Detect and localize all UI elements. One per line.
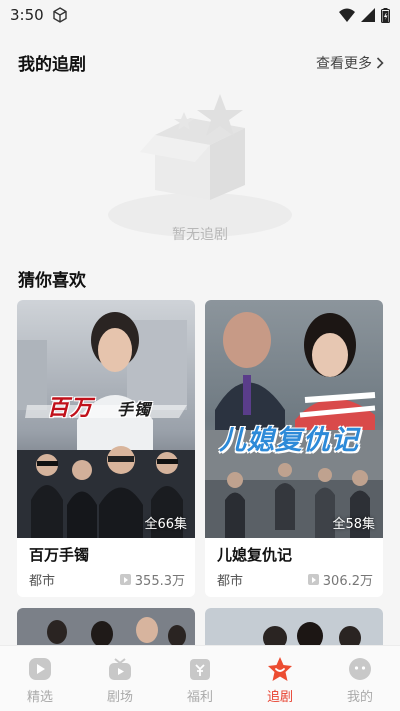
tab-featured[interactable]: 精选 [0,646,80,711]
drama-genre: 都市 [217,574,244,589]
view-count: 355.3万 [119,570,185,589]
recommend-title: 猜你喜欢 [18,271,86,291]
drama-title: 儿媳复仇记 [217,546,293,564]
signal-icon [361,8,375,22]
tab-welfare[interactable]: 福利 [160,646,240,711]
drama-genre: 都市 [29,574,56,589]
episode-count: 全58集 [332,517,375,532]
tab-label: 追剧 [266,690,293,705]
poster-title-text: 百万 [47,396,94,421]
drama-card[interactable]: 儿媳复仇记 全58集 儿媳复仇记 都市 306.2万 [205,300,383,597]
view-more-label: 查看更多 [316,55,372,72]
poster-title-text: 儿媳复仇记 [219,425,359,456]
drama-poster: 儿媳复仇记 全58集 [205,300,383,538]
recommend-header: 猜你喜欢 [18,266,384,291]
chevron-right-icon [376,56,384,69]
poster-title-text-2: 手镯 [117,400,152,419]
tab-label: 福利 [186,690,213,705]
view-more-link[interactable]: 查看更多 [316,53,384,73]
tab-label: 剧场 [106,690,133,705]
poster-image-1 [17,300,195,538]
poster-image-4 [205,608,383,648]
view-count-text: 355.3万 [134,574,185,589]
episode-count: 全66集 [144,517,187,532]
cube-icon [52,7,67,23]
my-follow-title: 我的追剧 [18,55,86,75]
tab-theater[interactable]: 剧场 [80,646,160,711]
drama-poster: 百万 手镯 全66集 [17,300,195,538]
star-icon [268,657,292,681]
tv-icon [109,658,131,680]
gift-icon [190,659,210,680]
drama-title: 百万手镯 [29,546,90,564]
drama-card-partial[interactable] [205,608,383,648]
play-count-icon [307,574,319,585]
drama-card-partial[interactable] [17,608,195,648]
status-time: 3:50 [10,6,44,24]
empty-follow-text: 暂无追剧 [172,227,228,243]
face-icon [349,658,371,680]
poster-image-3 [17,608,195,648]
play-circle-icon [29,658,51,680]
view-count: 306.2万 [307,570,373,589]
status-icons [339,7,390,23]
view-count-text: 306.2万 [322,574,373,589]
battery-icon [381,7,390,23]
status-bar: 3:50 [0,0,400,30]
tab-label: 精选 [26,690,53,705]
tab-label: 我的 [346,690,373,705]
play-count-icon [119,574,131,585]
drama-card[interactable]: 百万 手镯 全66集 百万手镯 都市 355.3万 [17,300,195,597]
tab-mine[interactable]: 我的 [320,646,400,711]
wifi-icon [339,8,355,22]
bottom-tab-bar: 精选 剧场 福利 追剧 我的 [0,645,400,711]
my-follow-header: 我的追剧 查看更多 [18,50,384,75]
tab-following[interactable]: 追剧 [240,646,320,711]
